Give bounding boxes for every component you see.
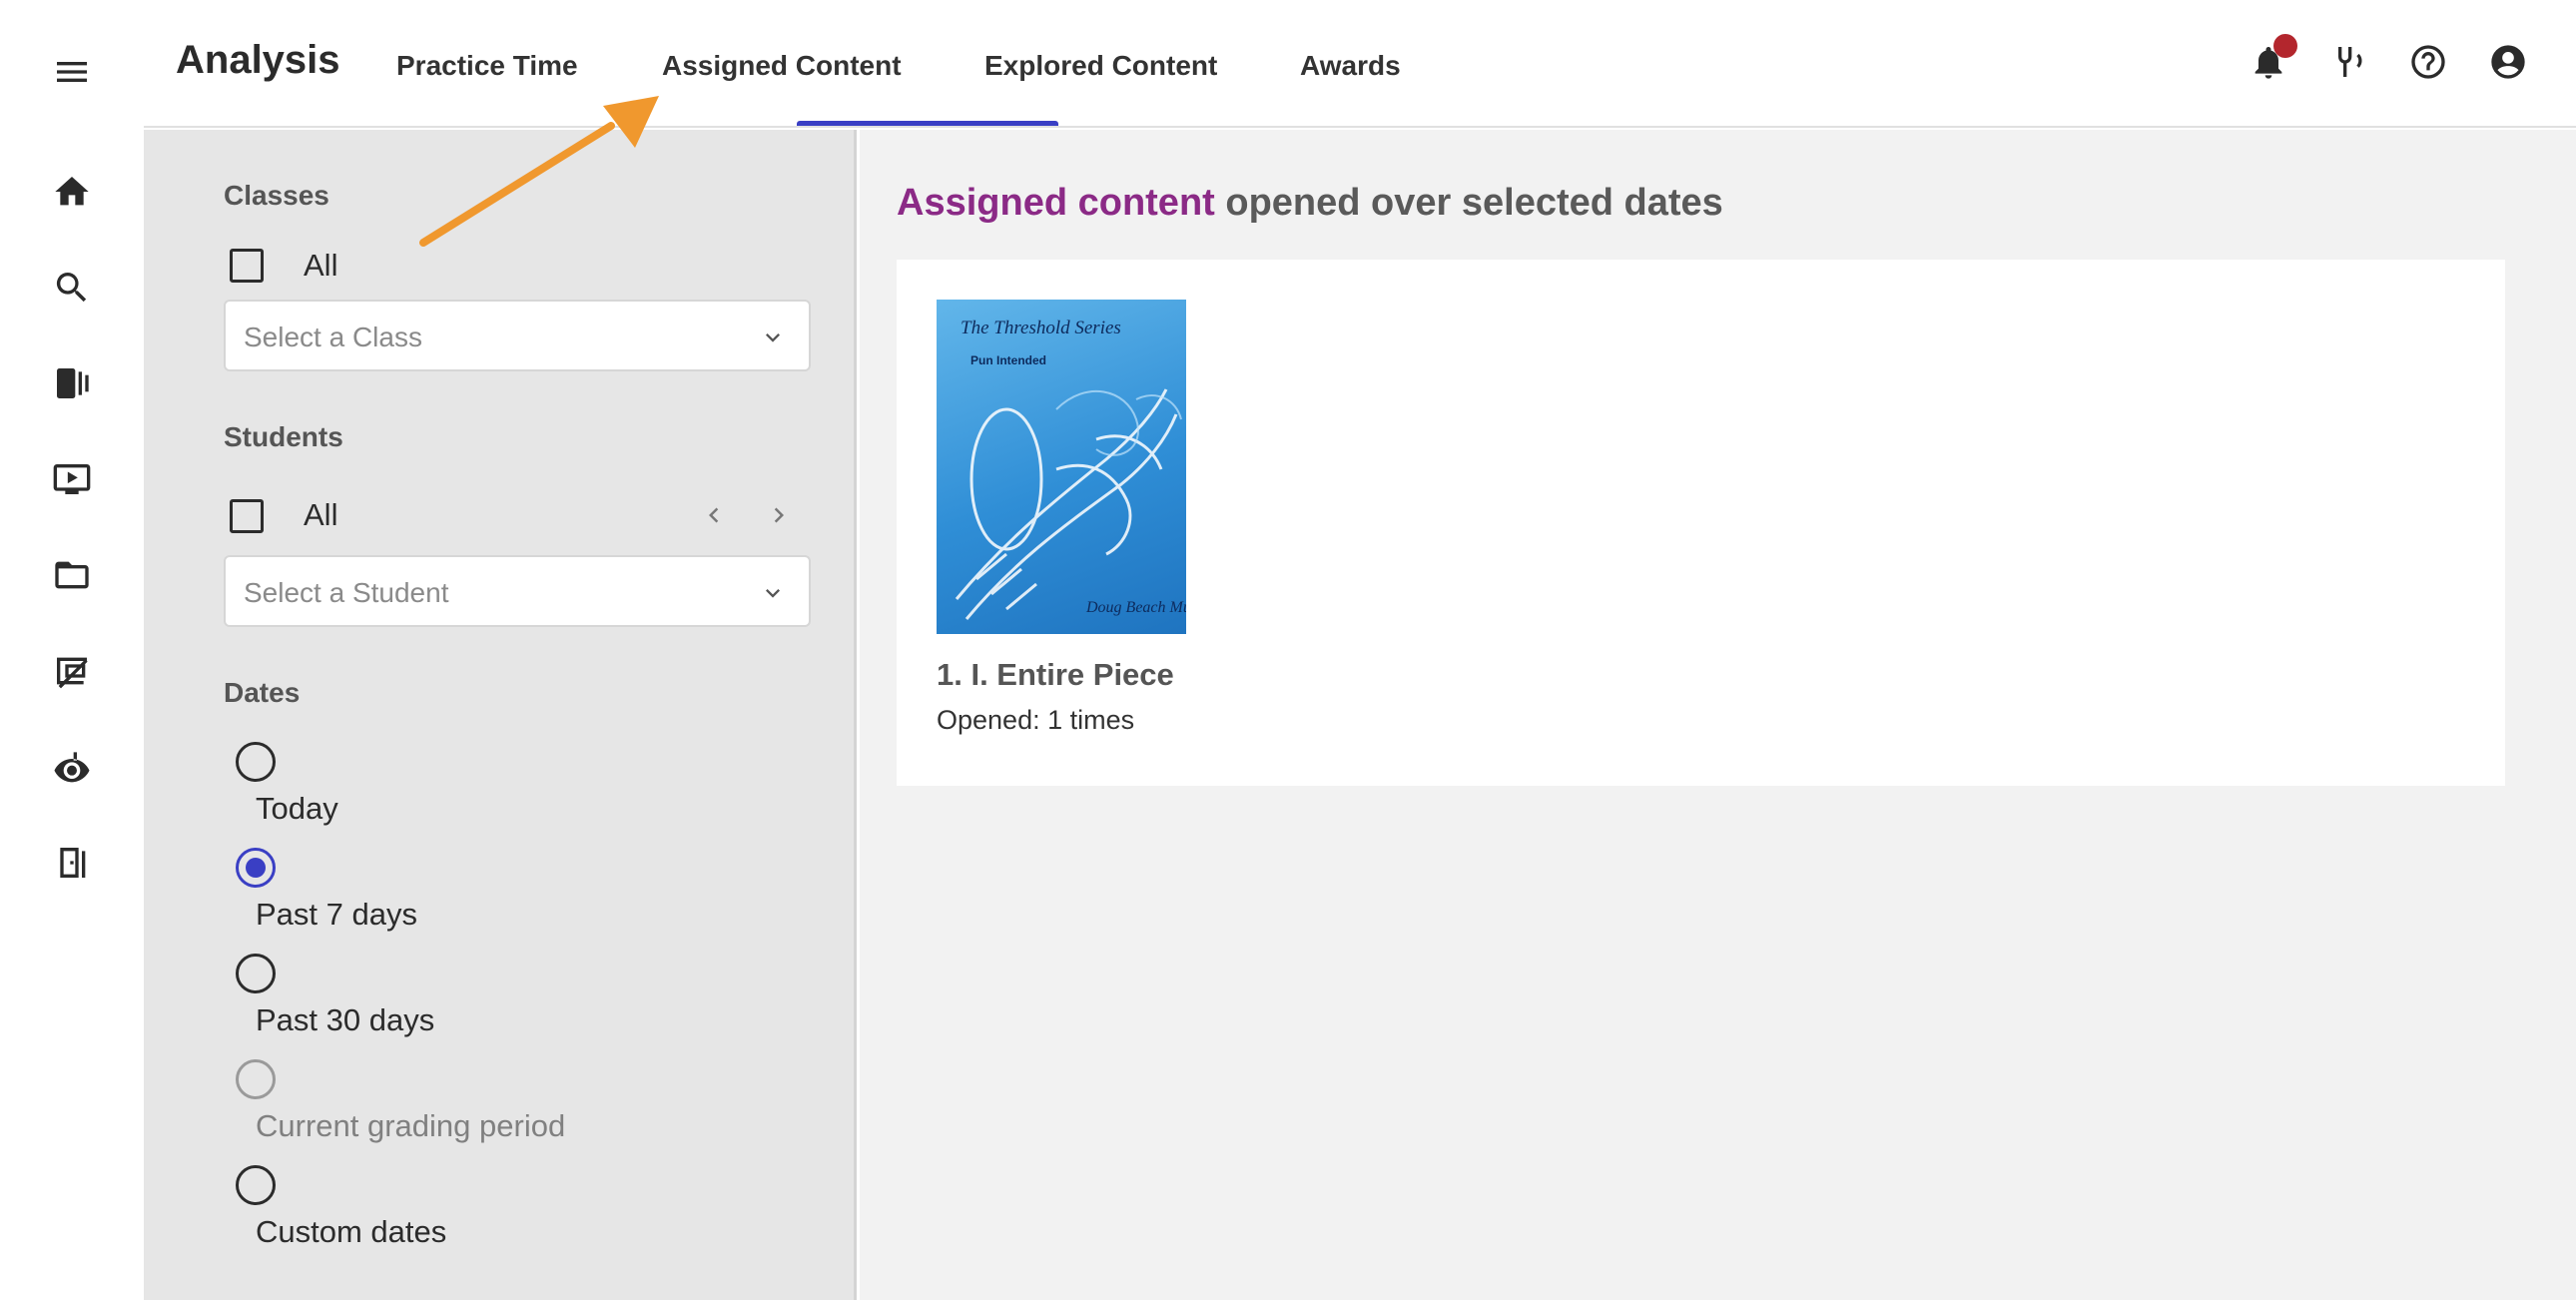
classes-all-label: All bbox=[304, 248, 338, 283]
main-content: Assigned content opened over selected da… bbox=[860, 130, 2576, 1300]
classes-label: Classes bbox=[224, 180, 329, 211]
search-icon[interactable] bbox=[42, 258, 102, 318]
home-icon[interactable] bbox=[42, 162, 102, 222]
chevron-right-icon[interactable] bbox=[761, 497, 797, 533]
tab-assigned-content[interactable]: Assigned Content bbox=[662, 50, 902, 82]
heading-accent: Assigned content bbox=[897, 182, 1215, 224]
filter-panel: Classes All Select a Class Students All … bbox=[144, 130, 857, 1300]
students-label: Students bbox=[224, 421, 343, 452]
library-icon[interactable] bbox=[42, 353, 102, 413]
radio-current-grading-period-label: Current grading period bbox=[256, 1108, 566, 1143]
radio-custom-dates[interactable] bbox=[236, 1165, 276, 1205]
cover-title-text: Pun Intended bbox=[970, 353, 1046, 367]
help-icon[interactable] bbox=[2402, 36, 2454, 88]
heading-rest: opened over selected dates bbox=[1225, 182, 1723, 224]
ear-training-icon[interactable] bbox=[42, 739, 102, 799]
students-all-label: All bbox=[304, 497, 338, 532]
notification-badge bbox=[2273, 34, 2297, 58]
page-title: Analysis bbox=[176, 38, 340, 82]
tab-awards[interactable]: Awards bbox=[1300, 50, 1401, 82]
content-cover-image[interactable]: The Threshold Series Pun Intended Doug B… bbox=[937, 300, 1186, 634]
student-select[interactable]: Select a Student bbox=[224, 555, 811, 627]
class-select-placeholder: Select a Class bbox=[244, 322, 422, 352]
tab-explored-content[interactable]: Explored Content bbox=[984, 50, 1217, 82]
account-icon[interactable] bbox=[2482, 36, 2534, 88]
assignments-icon[interactable] bbox=[42, 641, 102, 701]
radio-custom-dates-label: Custom dates bbox=[256, 1214, 447, 1249]
radio-today-label: Today bbox=[256, 791, 338, 826]
radio-today[interactable] bbox=[236, 742, 276, 782]
radio-past-7-days-label: Past 7 days bbox=[256, 897, 417, 932]
chevron-left-icon[interactable] bbox=[696, 497, 732, 533]
chevron-down-icon bbox=[759, 579, 787, 607]
chevron-down-icon bbox=[759, 324, 787, 351]
radio-past-30-days-label: Past 30 days bbox=[256, 1002, 435, 1037]
video-icon[interactable] bbox=[42, 449, 102, 509]
class-select[interactable]: Select a Class bbox=[224, 300, 811, 371]
radio-past-7-days[interactable] bbox=[236, 848, 276, 888]
folder-icon[interactable] bbox=[42, 545, 102, 605]
top-bar: Analysis Practice Time Assigned Content … bbox=[144, 0, 2576, 128]
active-tab-indicator bbox=[797, 121, 1058, 126]
content-item-opened-count: Opened: 1 times bbox=[937, 705, 1135, 735]
trumpet-illustration bbox=[955, 388, 1182, 620]
student-select-placeholder: Select a Student bbox=[244, 577, 449, 608]
tuner-icon[interactable] bbox=[2322, 36, 2374, 88]
cover-series-text: The Threshold Series bbox=[961, 318, 1121, 338]
content-heading: Assigned content opened over selected da… bbox=[897, 182, 1723, 225]
cover-publisher-text: Doug Beach Music bbox=[1086, 599, 1186, 616]
students-all-checkbox[interactable] bbox=[230, 499, 264, 533]
radio-past-30-days[interactable] bbox=[236, 954, 276, 993]
left-rail bbox=[0, 0, 144, 1300]
content-item-title[interactable]: 1. I. Entire Piece bbox=[937, 657, 1174, 693]
content-list: The Threshold Series Pun Intended Doug B… bbox=[897, 260, 2505, 786]
menu-icon[interactable] bbox=[42, 42, 102, 102]
tab-practice-time[interactable]: Practice Time bbox=[396, 50, 578, 82]
radio-current-grading-period bbox=[236, 1059, 276, 1099]
exit-icon[interactable] bbox=[42, 833, 102, 893]
dates-label: Dates bbox=[224, 677, 301, 708]
classes-all-checkbox[interactable] bbox=[230, 249, 264, 283]
